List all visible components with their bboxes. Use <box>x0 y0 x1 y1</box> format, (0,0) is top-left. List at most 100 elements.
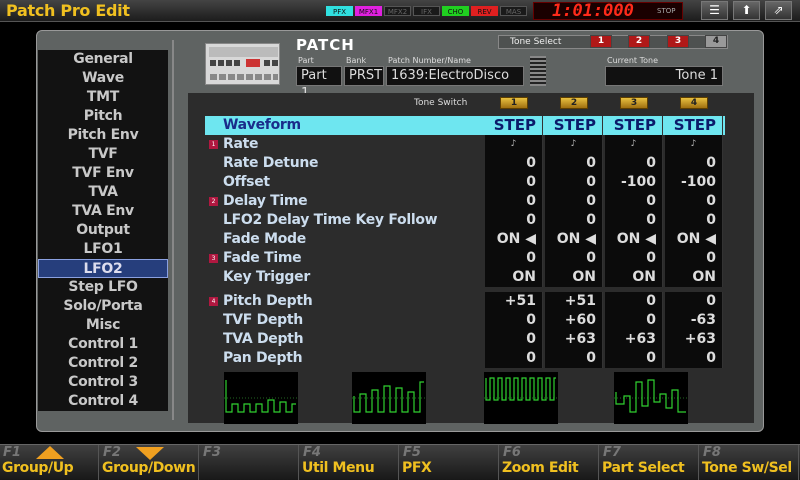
sidebar-item-general[interactable]: General <box>38 50 168 69</box>
sidebar-item-wave[interactable]: Wave <box>38 69 168 88</box>
sidebar-item-control-4[interactable]: Control 4 <box>38 392 168 411</box>
tone-select-4[interactable]: 4 <box>705 35 727 48</box>
param-value-tone-1[interactable]: 0 <box>485 154 543 173</box>
param-value-tone-4[interactable]: ♪ <box>665 135 723 154</box>
export-icon[interactable]: ⇗ <box>765 1 792 20</box>
param-value-tone-1[interactable]: 0 <box>485 211 543 230</box>
sidebar-item-control-2[interactable]: Control 2 <box>38 354 168 373</box>
param-value-tone-4[interactable]: 0 <box>665 192 723 211</box>
tone-select-1[interactable]: 1 <box>590 35 612 48</box>
param-value-tone-4[interactable]: -63 <box>665 311 723 330</box>
param-value-tone-3[interactable]: 0 <box>605 211 663 230</box>
param-value-tone-3[interactable]: 0 <box>605 349 663 368</box>
param-value-tone-3[interactable]: +63 <box>605 330 663 349</box>
param-value-tone-1[interactable]: 0 <box>485 349 543 368</box>
sidebar-item-solo-porta[interactable]: Solo/Porta <box>38 297 168 316</box>
sidebar-item-output[interactable]: Output <box>38 221 168 240</box>
sidebar-item-lfo2[interactable]: LFO2 <box>38 259 168 278</box>
fx-indicator-mfx1[interactable]: MFX1 <box>355 6 382 16</box>
function-key-f8[interactable]: F8 Tone Sw/Sel <box>700 445 799 480</box>
sidebar-item-tvf[interactable]: TVF <box>38 145 168 164</box>
param-value-tone-3[interactable]: ON ◀ <box>605 230 663 249</box>
param-value-tone-1[interactable]: +51 <box>485 292 543 311</box>
param-value-tone-4[interactable]: 0 <box>665 154 723 173</box>
part-field[interactable]: Part 1 <box>296 66 342 101</box>
list-icon[interactable]: ☰ <box>701 1 728 20</box>
param-value-tone-2[interactable]: 0 <box>545 349 603 368</box>
sidebar-item-step-lfo[interactable]: Step LFO <box>38 278 168 297</box>
param-value-tone-4[interactable]: 0 <box>665 292 723 311</box>
param-value-tone-4[interactable]: +63 <box>665 330 723 349</box>
param-value-tone-1[interactable]: ON ◀ <box>485 230 543 249</box>
param-value-tone-4[interactable]: ON <box>665 268 723 287</box>
sidebar-item-tmt[interactable]: TMT <box>38 88 168 107</box>
fx-indicator-pfx[interactable]: PFX <box>326 6 353 16</box>
param-value-tone-3[interactable]: 0 <box>605 292 663 311</box>
sidebar-item-tvf-env[interactable]: TVF Env <box>38 164 168 183</box>
param-value-tone-2[interactable]: 0 <box>545 249 603 268</box>
sidebar-item-pitch-env[interactable]: Pitch Env <box>38 126 168 145</box>
param-value-tone-1[interactable]: 0 <box>485 249 543 268</box>
sidebar-item-misc[interactable]: Misc <box>38 316 168 335</box>
tone-switch-1[interactable]: 1 <box>500 97 528 109</box>
param-value-tone-3[interactable]: STEP <box>605 116 663 135</box>
function-key-f1[interactable]: F1 Group/Up <box>0 445 99 480</box>
sidebar-item-pitch[interactable]: Pitch <box>38 107 168 126</box>
param-value-tone-2[interactable]: ♪ <box>545 135 603 154</box>
param-value-tone-4[interactable]: 0 <box>665 249 723 268</box>
current-tone-field[interactable]: Tone 1 <box>605 66 723 86</box>
sidebar-item-control-3[interactable]: Control 3 <box>38 373 168 392</box>
param-value-tone-2[interactable]: 0 <box>545 173 603 192</box>
up-icon[interactable]: ⬆ <box>733 1 760 20</box>
param-value-tone-1[interactable]: ♪ <box>485 135 543 154</box>
param-value-tone-4[interactable]: -100 <box>665 173 723 192</box>
bank-field[interactable]: PRST <box>344 66 384 86</box>
function-key-f6[interactable]: F6 Zoom Edit <box>500 445 599 480</box>
function-key-f5[interactable]: F5 PFX <box>400 445 499 480</box>
patch-number-field[interactable]: 1639:ElectroDisco <box>386 66 524 86</box>
param-value-tone-2[interactable]: STEP <box>545 116 603 135</box>
sidebar-item-control-1[interactable]: Control 1 <box>38 335 168 354</box>
param-value-tone-4[interactable]: 0 <box>665 349 723 368</box>
param-value-tone-1[interactable]: 0 <box>485 330 543 349</box>
param-value-tone-4[interactable]: STEP <box>665 116 723 135</box>
param-value-tone-3[interactable]: 0 <box>605 154 663 173</box>
tone-select-3[interactable]: 3 <box>667 35 689 48</box>
param-value-tone-3[interactable]: ♪ <box>605 135 663 154</box>
param-value-tone-2[interactable]: 0 <box>545 211 603 230</box>
function-key-f3[interactable]: F3 <box>200 445 299 480</box>
param-value-tone-3[interactable]: 0 <box>605 311 663 330</box>
param-value-tone-2[interactable]: 0 <box>545 154 603 173</box>
param-value-tone-1[interactable]: 0 <box>485 311 543 330</box>
tone-switch-4[interactable]: 4 <box>680 97 708 109</box>
param-value-tone-2[interactable]: +60 <box>545 311 603 330</box>
fx-indicator-rev[interactable]: REV <box>471 6 498 16</box>
param-value-tone-1[interactable]: ON <box>485 268 543 287</box>
sidebar-item-tva-env[interactable]: TVA Env <box>38 202 168 221</box>
fx-indicator-ifx[interactable]: IFX <box>413 6 440 16</box>
function-key-f4[interactable]: F4 Util Menu <box>300 445 399 480</box>
param-value-tone-3[interactable]: 0 <box>605 192 663 211</box>
param-value-tone-2[interactable]: ON ◀ <box>545 230 603 249</box>
tone-switch-2[interactable]: 2 <box>560 97 588 109</box>
param-value-tone-3[interactable]: ON <box>605 268 663 287</box>
tone-switch-3[interactable]: 3 <box>620 97 648 109</box>
function-key-f2[interactable]: F2 Group/Down <box>100 445 199 480</box>
tone-select-2[interactable]: 2 <box>628 35 650 48</box>
param-value-tone-1[interactable]: 0 <box>485 173 543 192</box>
fx-indicator-cho[interactable]: CHO <box>442 6 469 16</box>
fx-indicator-mfx2[interactable]: MFX2 <box>384 6 411 16</box>
param-value-tone-3[interactable]: 0 <box>605 249 663 268</box>
param-value-tone-4[interactable]: ON ◀ <box>665 230 723 249</box>
param-value-tone-4[interactable]: 0 <box>665 211 723 230</box>
param-value-tone-2[interactable]: 0 <box>545 192 603 211</box>
sidebar-item-lfo1[interactable]: LFO1 <box>38 240 168 259</box>
param-value-tone-2[interactable]: ON <box>545 268 603 287</box>
param-value-tone-2[interactable]: +51 <box>545 292 603 311</box>
scroll-grip[interactable] <box>530 56 546 86</box>
param-value-tone-3[interactable]: -100 <box>605 173 663 192</box>
param-value-tone-1[interactable]: STEP <box>485 116 543 135</box>
fx-indicator-mas[interactable]: MAS <box>500 6 527 16</box>
param-value-tone-2[interactable]: +63 <box>545 330 603 349</box>
param-value-tone-1[interactable]: 0 <box>485 192 543 211</box>
